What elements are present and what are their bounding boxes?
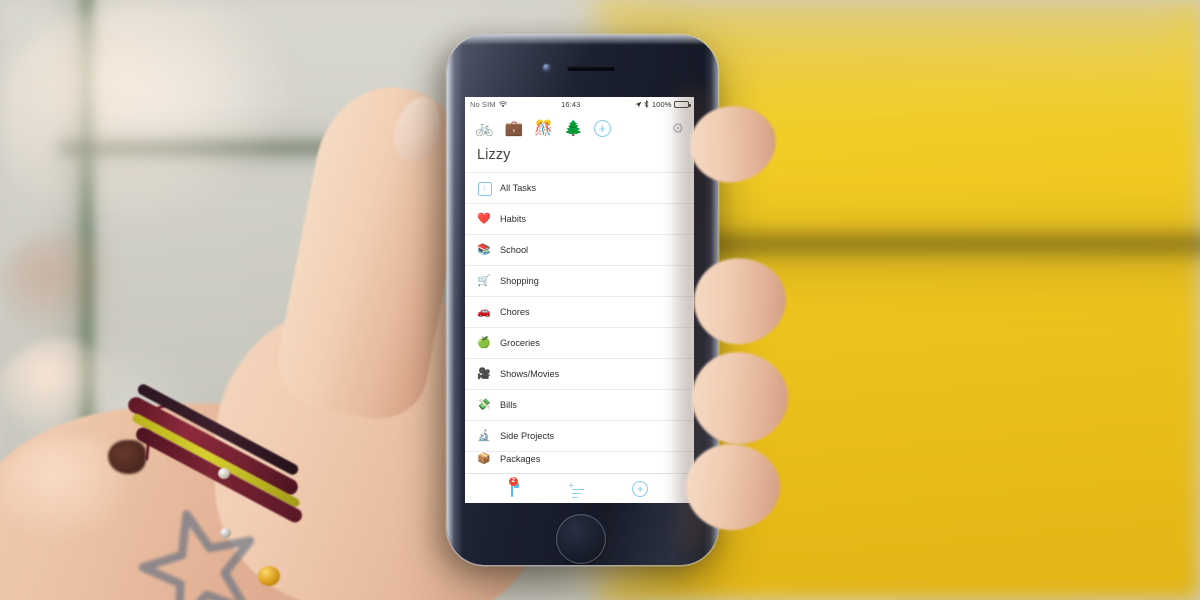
- bluetooth-icon: [644, 100, 649, 108]
- chip-bicycle-icon[interactable]: 🚲: [475, 121, 494, 136]
- earpiece-speaker: [567, 66, 615, 71]
- status-bar-left: No SIM: [470, 100, 507, 109]
- carrier-label: No SIM: [470, 99, 496, 109]
- money-icon: 💸: [477, 398, 491, 411]
- list-item[interactable]: 🚗 Chores: [465, 296, 694, 327]
- list-item[interactable]: 🎥 Shows/Movies: [465, 358, 694, 389]
- plus-glyph: +: [568, 480, 574, 490]
- list-item[interactable]: 💸 Bills: [465, 389, 694, 420]
- status-bar-clock: 16:43: [561, 99, 581, 109]
- list-item[interactable]: 📦 Packages: [465, 451, 694, 467]
- list-item[interactable]: 🔬 Side Projects: [465, 420, 694, 451]
- chip-evergreen-tree-icon[interactable]: 🌲: [564, 121, 583, 136]
- phone-edge-highlight-left: [447, 35, 463, 565]
- microscope-icon: 🔬: [477, 429, 491, 442]
- list-item[interactable]: ❤️ Habits: [465, 203, 694, 234]
- add-task-button[interactable]: +: [632, 480, 649, 497]
- movie-camera-icon: 🎥: [477, 367, 491, 380]
- list-item[interactable]: 📚 School: [465, 234, 694, 265]
- bracelet-bead-silver-upper: [218, 468, 230, 479]
- phone-screen: No SIM 16:43 100% 🚲 💼 🎊 🌲 + ⚙ Lizzy All …: [465, 97, 694, 503]
- bracelet-bead-gold: [258, 566, 280, 586]
- list-line-2: [572, 492, 582, 495]
- list-item-label: Shopping: [500, 276, 539, 286]
- home-button[interactable]: [556, 514, 606, 564]
- bracelet-bead-silver: [220, 528, 231, 538]
- inbox-icon: [477, 181, 492, 196]
- calendar-button[interactable]: 2: [508, 477, 518, 497]
- books-icon: 📚: [477, 243, 491, 256]
- list-item-label: Habits: [500, 214, 527, 224]
- wifi-icon: [498, 100, 507, 107]
- bottom-toolbar: 2 + +: [465, 473, 694, 503]
- list-item[interactable]: All Tasks: [465, 172, 694, 203]
- page-title: Lizzy: [465, 145, 694, 172]
- location-arrow-icon: [635, 101, 642, 107]
- phone-edge-highlight-top: [447, 35, 718, 45]
- list-item-label: All Tasks: [500, 183, 537, 193]
- green-apple-icon: 🍏: [477, 336, 491, 349]
- star-tattoo: [127, 495, 272, 600]
- list-item-label: School: [500, 245, 529, 255]
- chip-briefcase-icon[interactable]: 💼: [505, 121, 524, 136]
- list-line-3: [572, 496, 579, 499]
- smartphone-device: No SIM 16:43 100% 🚲 💼 🎊 🌲 + ⚙ Lizzy All …: [447, 35, 718, 565]
- car-icon: 🚗: [477, 305, 491, 318]
- status-badge: 2: [508, 477, 518, 486]
- list-item-label: Chores: [500, 307, 530, 317]
- list-line-1: [572, 488, 585, 491]
- list-item-label: Side Projects: [500, 431, 555, 441]
- chip-confetti-icon[interactable]: 🎊: [534, 121, 553, 136]
- group-chip-row: 🚲 💼 🎊 🌲 + ⚙: [465, 111, 694, 145]
- list-item-label: Packages: [500, 454, 541, 464]
- front-camera-icon: [543, 64, 550, 71]
- add-group-button[interactable]: +: [593, 119, 611, 137]
- task-list: All Tasks ❤️ Habits 📚 School 🛒 Shopping …: [465, 172, 694, 467]
- heart-icon: ❤️: [477, 212, 491, 225]
- list-item-label: Groceries: [500, 338, 540, 348]
- list-item[interactable]: 🍏 Groceries: [465, 327, 694, 358]
- shopping-cart-icon: 🛒: [477, 274, 491, 287]
- list-item-label: Shows/Movies: [500, 369, 560, 379]
- list-item-label: Bills: [500, 400, 517, 410]
- bracelet-knot: [108, 440, 146, 474]
- package-icon: 📦: [477, 453, 491, 465]
- status-bar: No SIM 16:43 100%: [465, 97, 694, 111]
- list-item[interactable]: 🛒 Shopping: [465, 265, 694, 296]
- battery-percent-label: 100%: [651, 99, 672, 109]
